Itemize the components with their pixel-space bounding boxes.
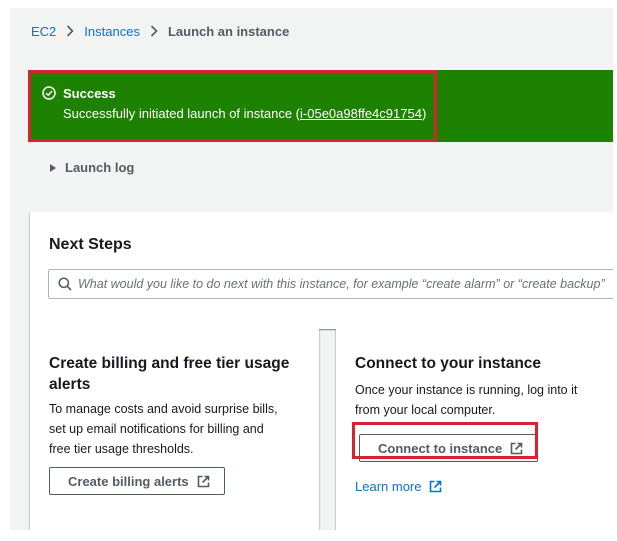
chevron-right-icon <box>66 25 74 37</box>
breadcrumb-instances[interactable]: Instances <box>84 24 140 39</box>
connect-to-instance-button[interactable]: Connect to instance <box>359 434 539 462</box>
billing-body-line: set up email notifications for billing a… <box>49 422 264 436</box>
external-link-icon <box>197 475 210 488</box>
billing-body-line: To manage costs and avoid surprise bills… <box>49 402 278 416</box>
flash-message-prefix: Successfully initiated launch of instanc… <box>63 106 301 121</box>
external-link-icon <box>510 442 523 455</box>
billing-body-line: free tier usage thresholds. <box>49 442 194 456</box>
next-steps-panel: Next Steps <box>30 212 613 329</box>
page-panel: EC2 Instances Launch an instance Success… <box>10 8 613 530</box>
flash-message: Successfully initiated launch of instanc… <box>63 106 426 121</box>
search-icon <box>58 277 72 291</box>
billing-title-line-2: alerts <box>49 376 91 393</box>
connect-instance-card: Connect to your instance Once your insta… <box>336 329 613 530</box>
next-steps-search[interactable] <box>48 269 613 299</box>
billing-card-title: Create billing and free tier usage alert… <box>49 353 289 395</box>
connect-body-line: from your local computer. <box>355 403 496 417</box>
success-check-icon <box>42 86 56 105</box>
launch-log-toggle[interactable]: Launch log <box>50 160 134 175</box>
breadcrumb-ec2[interactable]: EC2 <box>31 24 56 39</box>
launch-log-label: Launch log <box>65 160 135 175</box>
learn-more-label: Learn more <box>355 479 422 494</box>
learn-more-link[interactable]: Learn more <box>355 479 442 494</box>
instance-id-link[interactable]: i-05e0a98ffe4c91754 <box>300 106 422 121</box>
external-link-icon <box>429 480 442 493</box>
connect-card-title: Connect to your instance <box>355 355 542 372</box>
chevron-right-icon <box>150 25 158 37</box>
connect-body-line: Once your instance is running, log into … <box>355 383 578 397</box>
flash-message-suffix: ) <box>421 106 427 121</box>
connect-to-instance-label: Connect to instance <box>378 440 503 456</box>
breadcrumb-current: Launch an instance <box>167 23 290 39</box>
create-billing-alerts-label: Create billing alerts <box>68 473 189 489</box>
billing-card-body: To manage costs and avoid surprise bills… <box>49 399 278 459</box>
breadcrumb: EC2 Instances Launch an instance <box>31 22 289 40</box>
next-steps-title: Next Steps <box>49 236 132 253</box>
search-input[interactable] <box>78 277 613 291</box>
caret-right-icon <box>50 163 56 172</box>
connect-card-body: Once your instance is running, log into … <box>355 380 577 420</box>
success-flash-banner: Success Successfully initiated launch of… <box>28 70 613 142</box>
create-billing-alerts-button[interactable]: Create billing alerts <box>49 467 225 495</box>
billing-alerts-card: Create billing and free tier usage alert… <box>30 329 319 530</box>
flash-title: Success <box>63 86 116 101</box>
billing-title-line-1: Create billing and free tier usage <box>49 355 290 372</box>
